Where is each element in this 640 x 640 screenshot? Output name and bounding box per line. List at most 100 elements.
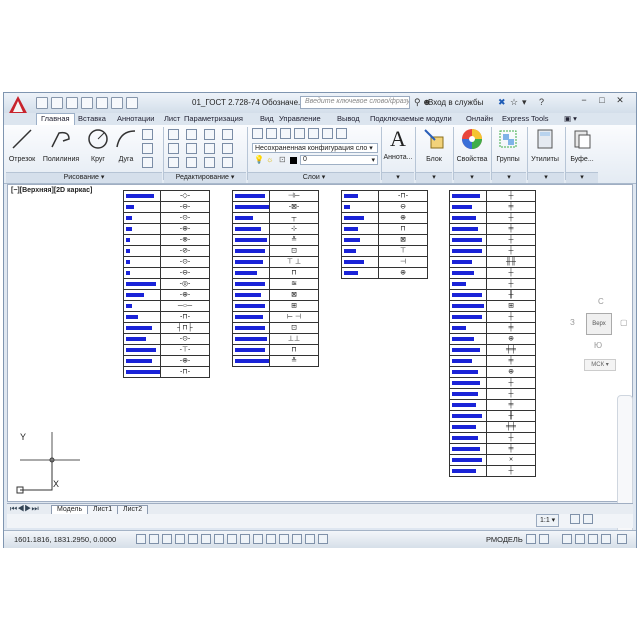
save-icon[interactable] xyxy=(66,97,78,109)
viewcube[interactable]: С З Верх ▢ Ю МСК ▾ xyxy=(570,291,628,391)
selection-cycle-icon[interactable] xyxy=(305,534,315,544)
menu-arrow-icon[interactable]: ▾ xyxy=(522,97,527,108)
utilities-button[interactable]: Утилиты xyxy=(529,127,561,163)
tab-express-tools[interactable]: Express Tools xyxy=(502,114,549,123)
clean-screen-icon[interactable] xyxy=(617,534,627,544)
model-space-toggle[interactable]: РМОДЕЛЬ xyxy=(486,535,523,544)
hardware-accel-icon[interactable] xyxy=(588,534,598,544)
drawing-canvas[interactable]: [−][Верхняя][2D каркас] -◇- -⊖- -⊙- -⊕- -⊗- -… xyxy=(7,184,633,539)
layer-properties-icon[interactable] xyxy=(252,128,263,139)
sun-icon[interactable]: ☼ xyxy=(266,155,273,164)
tab-layout[interactable]: Лист xyxy=(164,114,180,123)
annotation-visibility-icon[interactable] xyxy=(570,514,580,524)
open-icon[interactable] xyxy=(51,97,63,109)
viewcube-top-face[interactable]: Верх xyxy=(586,313,612,335)
tab-manage[interactable]: Управление xyxy=(279,114,321,123)
stretch-icon[interactable] xyxy=(168,157,179,168)
draw-panel-title[interactable]: Рисование ▾ xyxy=(6,172,162,183)
redo-icon[interactable] xyxy=(126,97,138,109)
properties-button[interactable]: Свойства xyxy=(456,127,488,163)
layer-icon[interactable] xyxy=(308,128,319,139)
minimize-icon[interactable]: − xyxy=(576,95,592,107)
help-icon[interactable]: ? xyxy=(539,97,544,107)
saveas-icon[interactable] xyxy=(81,97,93,109)
search-input[interactable]: Введите ключевое слово/фразу xyxy=(300,96,410,109)
lock-icon[interactable] xyxy=(575,534,585,544)
tab-insert[interactable]: Вставка xyxy=(78,114,106,123)
move-icon[interactable] xyxy=(168,129,179,140)
mirror-icon[interactable] xyxy=(186,143,197,154)
dyn-icon[interactable] xyxy=(253,534,263,544)
workspace-icon[interactable] xyxy=(562,534,572,544)
3dosnap-icon[interactable] xyxy=(214,534,224,544)
annotation-panel-arrow[interactable]: ▾ xyxy=(382,172,414,183)
annotation-monitor-icon[interactable] xyxy=(318,534,328,544)
offset-icon[interactable] xyxy=(222,157,233,168)
layout-icon[interactable] xyxy=(526,534,536,544)
explode-icon[interactable] xyxy=(222,143,233,154)
current-layer-select[interactable]: 0 ▾ xyxy=(300,155,378,165)
hatch-icon[interactable] xyxy=(142,143,153,154)
binoculars-icon[interactable]: ⚲ xyxy=(414,97,421,108)
snap-icon[interactable] xyxy=(149,534,159,544)
viewcube-north[interactable]: С xyxy=(598,297,604,306)
groups-button[interactable]: Группы xyxy=(493,127,523,163)
groups-panel-arrow[interactable]: ▾ xyxy=(492,172,526,183)
rotate-icon[interactable] xyxy=(186,129,197,140)
annotation-button[interactable]: A Аннота... xyxy=(382,127,414,162)
scale-icon[interactable] xyxy=(186,157,197,168)
viewcube-south[interactable]: Ю xyxy=(594,341,602,350)
ducs-icon[interactable] xyxy=(240,534,250,544)
layer-icon[interactable] xyxy=(336,128,347,139)
lightbulb-icon[interactable]: 💡 xyxy=(254,155,264,164)
block-panel-arrow[interactable]: ▾ xyxy=(416,172,452,183)
layer-color-swatch[interactable] xyxy=(290,157,297,164)
exchange-icon[interactable]: ✖ xyxy=(498,97,506,108)
lock-icon[interactable]: ⊡ xyxy=(279,155,286,164)
tab-extra[interactable]: ▣ ▾ xyxy=(564,114,577,123)
ortho-icon[interactable] xyxy=(175,534,185,544)
infer-icon[interactable] xyxy=(136,534,146,544)
auto-scale-icon[interactable] xyxy=(583,514,593,524)
layer-state-select[interactable]: Несохраненная конфигурация сло ▾ xyxy=(252,143,378,153)
star-icon[interactable]: ☆ xyxy=(510,97,518,108)
circle-button[interactable]: Круг xyxy=(86,127,110,163)
tab-view[interactable]: Вид xyxy=(260,114,274,123)
undo-icon[interactable] xyxy=(111,97,123,109)
clipboard-panel-arrow[interactable]: ▾ xyxy=(566,172,598,183)
print-icon[interactable] xyxy=(96,97,108,109)
tab-annotate[interactable]: Аннотации xyxy=(117,114,155,123)
layer-icon[interactable] xyxy=(322,128,333,139)
osnap-icon[interactable] xyxy=(201,534,211,544)
rectangle-icon[interactable] xyxy=(142,129,153,140)
otrack-icon[interactable] xyxy=(227,534,237,544)
coordinates-readout[interactable]: 1601.1816, 1831.2950, 0.0000 xyxy=(14,535,116,544)
tab-nav-arrows-icon[interactable]: ⏮◀▶⏭ xyxy=(10,504,39,514)
transparency-icon[interactable] xyxy=(279,534,289,544)
layer-icon[interactable] xyxy=(266,128,277,139)
line-button[interactable]: Отрезок xyxy=(8,127,36,163)
erase-icon[interactable] xyxy=(222,129,233,140)
clipboard-button[interactable]: Буфе... xyxy=(567,127,597,163)
maximize-icon[interactable]: □ xyxy=(594,95,610,107)
utilities-panel-arrow[interactable]: ▾ xyxy=(528,172,564,183)
layout-icon[interactable] xyxy=(539,534,549,544)
ucs-menu[interactable]: МСК ▾ xyxy=(584,359,616,371)
tab-parametric[interactable]: Параметризация xyxy=(184,114,243,123)
login-button[interactable]: Вход в службы xyxy=(428,98,483,107)
viewport-controls[interactable]: [−][Верхняя][2D каркас] xyxy=(11,187,92,194)
lineweight-icon[interactable] xyxy=(266,534,276,544)
new-icon[interactable] xyxy=(36,97,48,109)
quickprops-icon[interactable] xyxy=(292,534,302,544)
tab-output[interactable]: Вывод xyxy=(337,114,360,123)
annotation-scale[interactable]: 1:1 ▾ xyxy=(536,514,560,527)
block-button[interactable]: Блок xyxy=(418,127,450,163)
tab-online[interactable]: Онлайн xyxy=(466,114,493,123)
layer-icon[interactable] xyxy=(280,128,291,139)
isolate-icon[interactable] xyxy=(601,534,611,544)
polyline-button[interactable]: Полилиния xyxy=(42,127,80,163)
properties-panel-arrow[interactable]: ▾ xyxy=(454,172,490,183)
layers-panel-title[interactable]: Слои ▾ xyxy=(248,172,380,183)
arc-button[interactable]: Дуга xyxy=(114,127,138,163)
viewcube-west[interactable]: З xyxy=(570,318,575,327)
